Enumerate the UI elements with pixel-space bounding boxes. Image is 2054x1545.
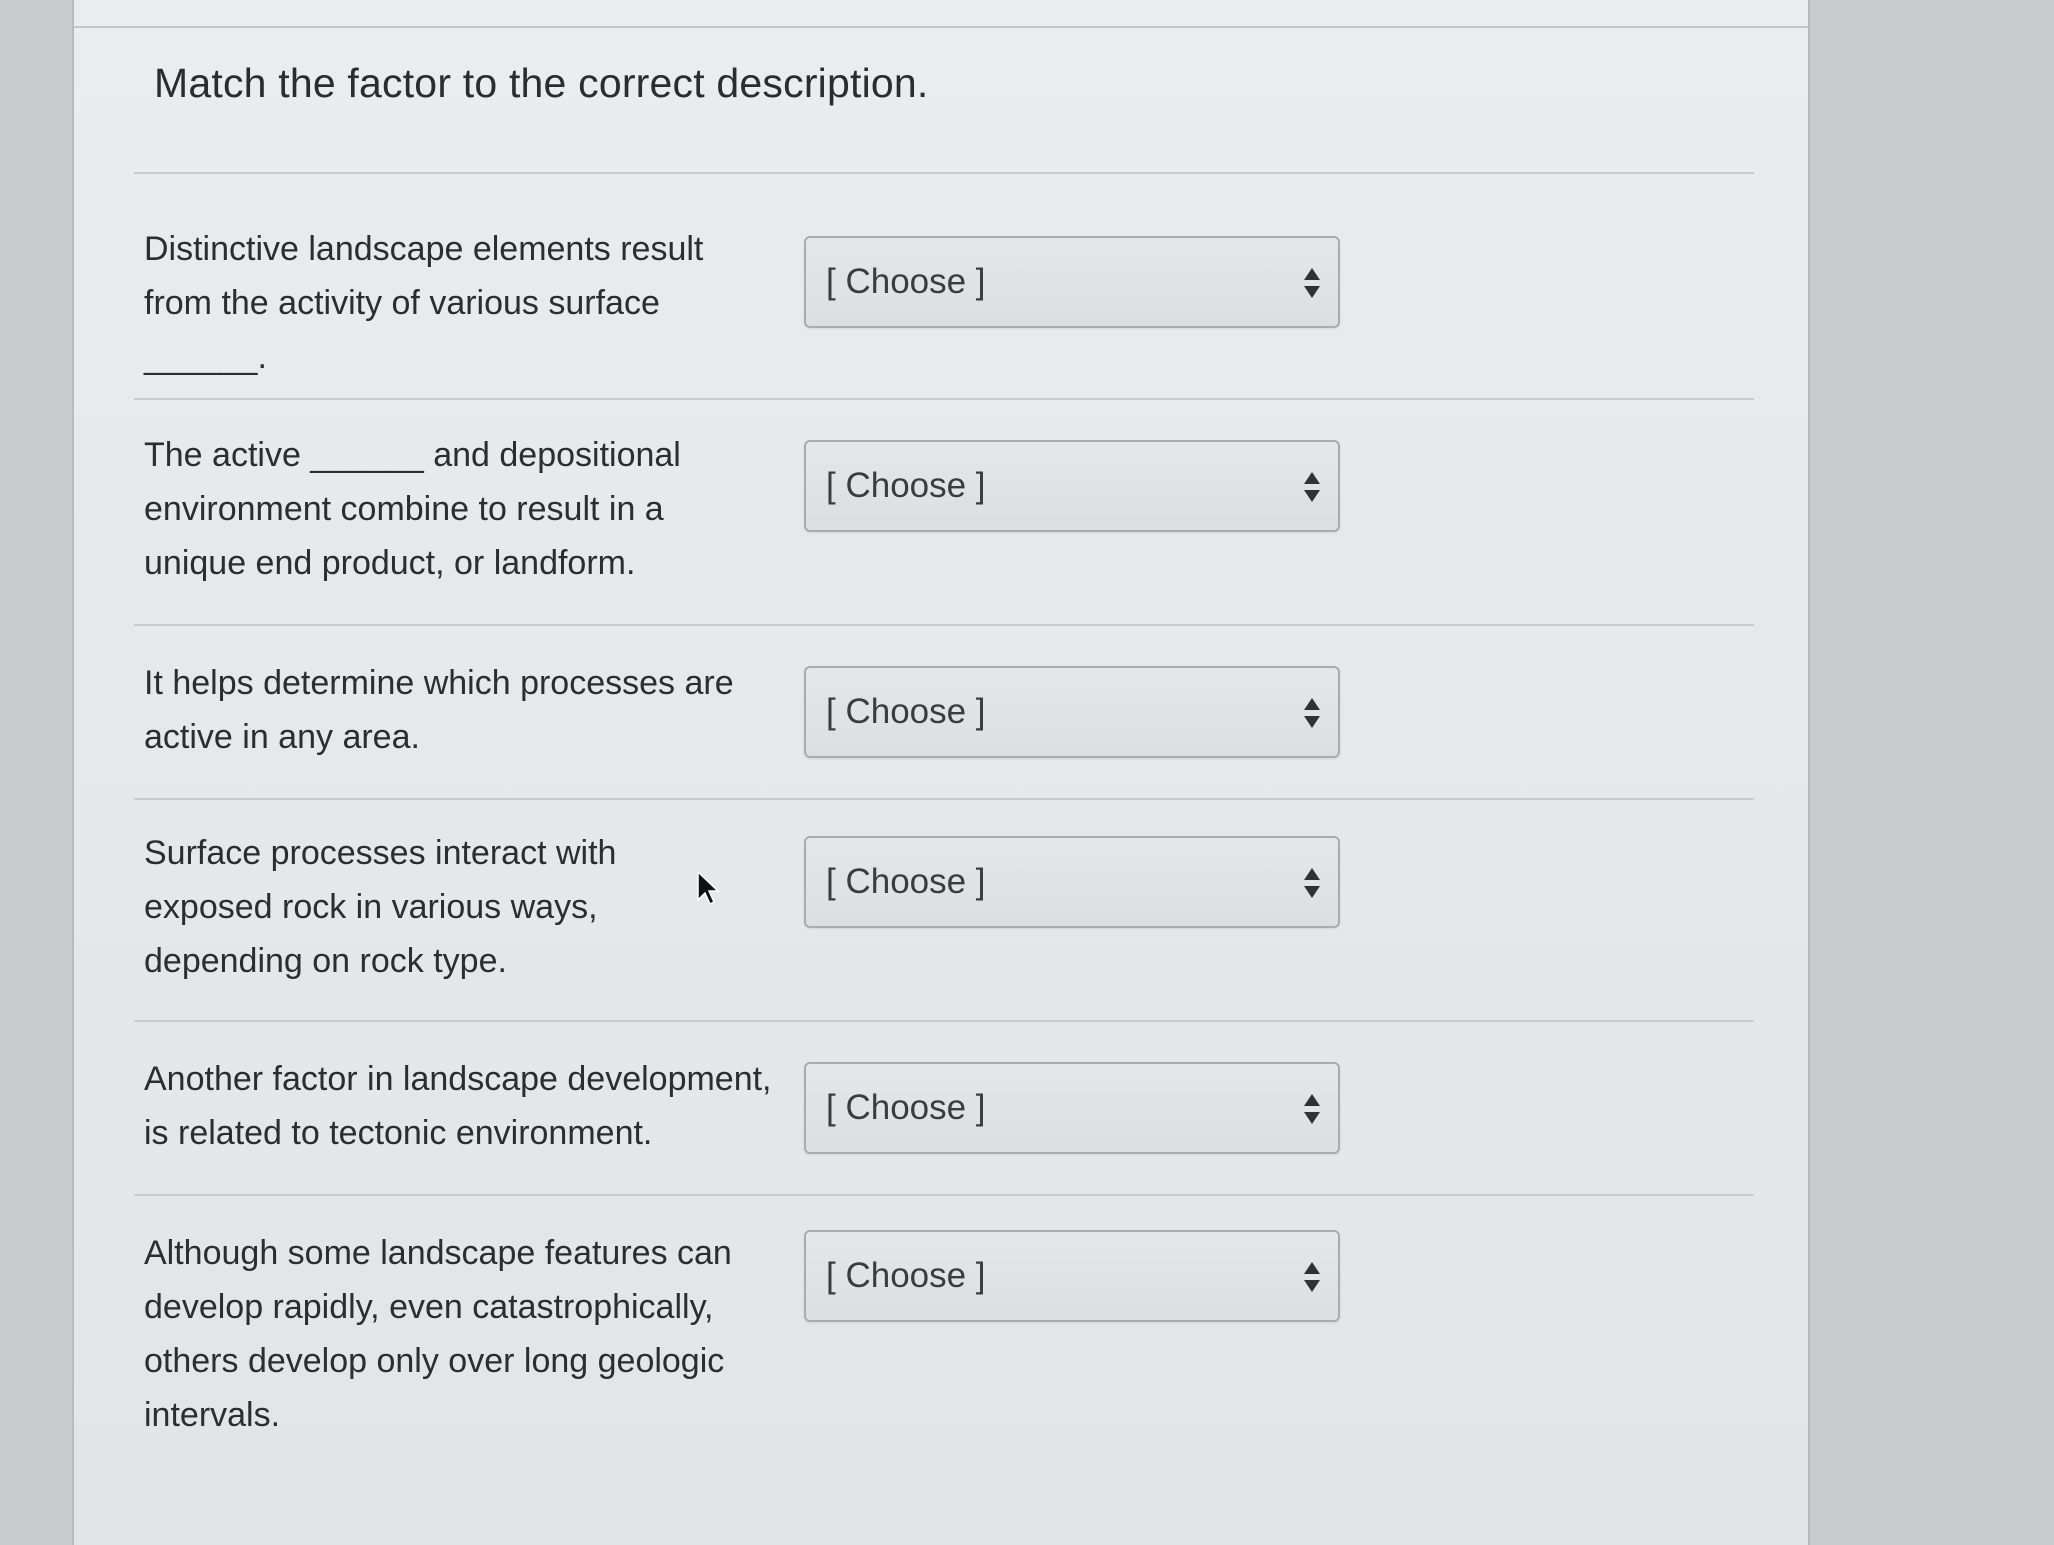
sort-up-down-icon: [1304, 472, 1320, 502]
row-prompt: Surface processes interact with exposed …: [144, 834, 617, 980]
select-value: [ Choose ]: [826, 262, 986, 301]
matching-row: Although some landscape features can dev…: [134, 1194, 1754, 1494]
row-prompt: Another factor in landscape development,…: [144, 1060, 772, 1152]
matching-row: Surface processes interact with exposed …: [134, 798, 1754, 1020]
select-value: [ Choose ]: [826, 466, 986, 505]
answer-select[interactable]: [ Choose ]: [804, 666, 1340, 758]
question-title: Match the factor to the correct descript…: [154, 60, 929, 106]
quiz-page: Match the factor to the correct descript…: [72, 0, 1810, 1545]
answer-select[interactable]: [ Choose ]: [804, 236, 1340, 328]
sort-up-down-icon: [1304, 698, 1320, 728]
answer-select[interactable]: [ Choose ]: [804, 836, 1340, 928]
page-top-divider: [74, 0, 1808, 28]
matching-row: Distinctive landscape elements result fr…: [134, 172, 1754, 398]
matching-row: It helps determine which processes are a…: [134, 624, 1754, 798]
row-prompt: Distinctive landscape elements result fr…: [144, 230, 704, 376]
row-prompt: It helps determine which processes are a…: [144, 664, 734, 756]
mouse-pointer-icon: [697, 870, 720, 906]
sort-up-down-icon: [1304, 1262, 1320, 1292]
answer-select[interactable]: [ Choose ]: [804, 440, 1340, 532]
row-prompt: The active ______ and depositional envir…: [144, 436, 681, 582]
select-value: [ Choose ]: [826, 692, 986, 731]
select-value: [ Choose ]: [826, 1256, 986, 1295]
matching-row: The active ______ and depositional envir…: [134, 398, 1754, 624]
sort-up-down-icon: [1304, 268, 1320, 298]
answer-select[interactable]: [ Choose ]: [804, 1230, 1340, 1322]
matching-row: Another factor in landscape development,…: [134, 1020, 1754, 1194]
answer-select[interactable]: [ Choose ]: [804, 1062, 1340, 1154]
row-prompt: Although some landscape features can dev…: [144, 1234, 732, 1434]
sort-up-down-icon: [1304, 1094, 1320, 1124]
select-value: [ Choose ]: [826, 1088, 986, 1127]
select-value: [ Choose ]: [826, 862, 986, 901]
matching-rows: Distinctive landscape elements result fr…: [134, 172, 1754, 1494]
sort-up-down-icon: [1304, 868, 1320, 898]
